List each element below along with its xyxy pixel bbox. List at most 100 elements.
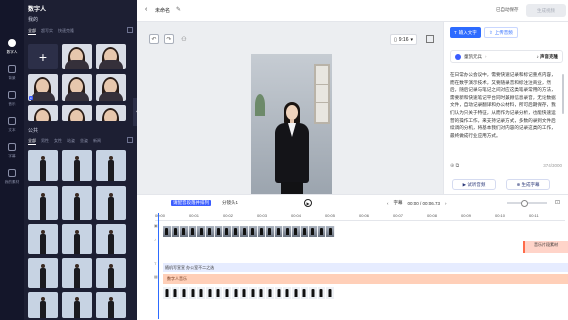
rail-item-label: 文本 <box>8 127 16 132</box>
pause-insert-icon[interactable]: ⊕ <box>450 163 454 169</box>
caption-toggle-label[interactable]: 字幕 <box>394 200 403 206</box>
public-tab-news[interactable]: 新闻 <box>93 138 101 145</box>
fullscreen-icon[interactable] <box>426 35 434 43</box>
avatar-thumb[interactable] <box>62 44 92 69</box>
public-avatar-thumb[interactable] <box>28 292 58 318</box>
avatar-thumb[interactable] <box>96 105 126 121</box>
voice-name: 童凯元兵 <box>464 53 482 59</box>
mine-tab-realistic[interactable]: 超写实 <box>41 28 53 35</box>
avatar-thumb[interactable] <box>96 74 126 101</box>
tab-input-text[interactable]: T 输入文字 <box>450 27 481 38</box>
public-avatar-thumb[interactable] <box>62 258 92 288</box>
edit-icon[interactable]: ✎ <box>176 6 181 13</box>
public-avatar-thumb[interactable] <box>62 186 92 220</box>
digital-human-presenter[interactable] <box>273 102 311 199</box>
rail-item-label: 音乐 <box>8 101 16 106</box>
grid-view-icon[interactable] <box>127 137 133 143</box>
back-button[interactable]: ‹ <box>145 6 147 13</box>
try-listen-button[interactable]: ▶ 试听音频 <box>452 179 496 190</box>
public-avatar-thumb[interactable] <box>62 150 92 181</box>
add-digital-human-button[interactable]: + <box>28 44 58 69</box>
generate-captions-button[interactable]: ⊕ 生成字幕 <box>506 179 550 190</box>
public-avatar-thumb[interactable] <box>96 224 126 254</box>
public-avatar-thumb[interactable] <box>96 258 126 288</box>
public-avatar-thumb[interactable] <box>62 292 92 318</box>
text-track[interactable] <box>163 263 568 272</box>
preview-canvas: ↶ ↷ ⚇ ▯ 9:16 ▾ <box>137 22 443 199</box>
rail-item-caption[interactable]: 字幕 <box>0 140 24 162</box>
mine-tab-quick-clone[interactable]: 快速克隆 <box>58 28 74 35</box>
tab-upload-audio[interactable]: ⇧ 上传音频 <box>484 27 518 38</box>
video-track[interactable] <box>163 226 335 237</box>
next-icon[interactable]: › <box>445 201 447 206</box>
rail-item-label: 背景 <box>8 75 16 80</box>
public-tab-sitting[interactable]: 坐姿 <box>80 138 88 145</box>
voice-clone-button[interactable]: ♪ 声音克隆 <box>536 54 558 60</box>
public-tab-standing[interactable]: 站姿 <box>67 138 75 145</box>
voice-avatar <box>455 53 461 60</box>
project-title[interactable]: 未命名 <box>155 7 170 14</box>
phone-icon: ▯ <box>394 36 397 43</box>
undo-button[interactable]: ↶ <box>149 34 159 44</box>
digital-human-track-label: 数字人音乐 <box>167 276 187 281</box>
redo-button[interactable]: ↷ <box>164 34 174 44</box>
mine-tab-all[interactable]: 全部 <box>28 28 36 35</box>
scrollbar[interactable] <box>562 74 564 114</box>
tab-label: 上传音频 <box>494 29 513 35</box>
prev-icon[interactable]: ‹ <box>387 201 389 206</box>
grid-view-icon[interactable] <box>127 27 133 33</box>
generate-video-button[interactable]: 生成视频 <box>526 4 566 17</box>
script-textarea[interactable]: 在日常办公会议中，需要快速记录和标记重点内容，而在数字演示技术，又要随录音和标注… <box>450 72 560 176</box>
ruler-tick: 00:10 <box>495 213 506 218</box>
background-icon <box>8 65 16 73</box>
public-avatar-thumb[interactable] <box>62 224 92 254</box>
top-bar: ‹ 未命名 ✎ 已自动保存 生成视频 <box>137 0 568 22</box>
chevron-down-icon: ▾ <box>410 36 414 43</box>
public-avatar-thumb[interactable] <box>96 292 126 318</box>
video-preview[interactable] <box>251 54 332 199</box>
mine-tabs: 全部 超写实 快速克隆 <box>28 28 74 35</box>
copy-icon[interactable]: ⧉ <box>456 163 460 169</box>
fit-icon[interactable]: ⊡ <box>555 199 560 206</box>
public-avatar-thumb[interactable] <box>28 150 58 181</box>
aspect-ratio-select[interactable]: ▯ 9:16 ▾ <box>390 34 418 45</box>
person-icon <box>8 39 16 47</box>
digital-human-track[interactable] <box>163 274 568 284</box>
public-avatar-thumb[interactable] <box>28 258 58 288</box>
rail-item-digital-human[interactable]: 数字人 <box>0 36 24 58</box>
avatar-thumb[interactable] <box>96 44 126 69</box>
voice-selector[interactable]: 童凯元兵 › ♪ 声音克隆 <box>450 50 563 63</box>
public-avatar-thumb[interactable] <box>96 186 126 220</box>
play-icon: ▶ <box>462 181 467 187</box>
avatar-settings-icon[interactable]: ⚇ <box>179 34 189 44</box>
rail-item-my-assets[interactable]: 我的素材 <box>0 166 24 188</box>
avatar-clip-track[interactable] <box>163 287 335 299</box>
mic-icon: ♪ <box>536 53 539 59</box>
time-ruler[interactable]: 00:00 00:01 00:02 00:03 00:04 00:05 00:0… <box>155 213 565 221</box>
avatar-thumb[interactable] <box>62 74 92 101</box>
rail-item-label: 字幕 <box>8 153 16 158</box>
play-button[interactable]: ▶ <box>304 199 312 207</box>
avatar-thumb[interactable] <box>62 105 92 121</box>
avatar-thumb[interactable]: ● <box>28 74 58 101</box>
zoom-slider[interactable] <box>507 200 547 207</box>
ruler-tick: 00:02 <box>223 213 234 218</box>
public-tab-male[interactable]: 男性 <box>41 138 49 145</box>
public-avatar-thumb[interactable] <box>96 150 126 181</box>
ruler-tick: 00:04 <box>291 213 302 218</box>
character-count: 374/3000 <box>543 163 562 168</box>
rail-item-text[interactable]: 文本 <box>0 114 24 136</box>
public-tab-female[interactable]: 女性 <box>54 138 62 145</box>
rail-item-music[interactable]: 音乐 <box>0 88 24 110</box>
scene-label[interactable]: 分镜头1 <box>222 200 238 206</box>
intro-tag[interactable]: 请配音段落并排列 <box>171 200 211 206</box>
public-avatar-thumb[interactable] <box>28 186 58 220</box>
ruler-tick: 00:11 <box>529 213 539 218</box>
playhead[interactable] <box>158 213 159 319</box>
public-tabs: 全部 男性 女性 站姿 坐姿 新闻 <box>28 138 101 145</box>
public-tab-all[interactable]: 全部 <box>28 138 36 145</box>
public-avatar-thumb[interactable] <box>28 224 58 254</box>
mine-heading: 我的 <box>28 17 39 23</box>
rail-item-background[interactable]: 背景 <box>0 62 24 84</box>
avatar-thumb[interactable] <box>28 105 58 121</box>
